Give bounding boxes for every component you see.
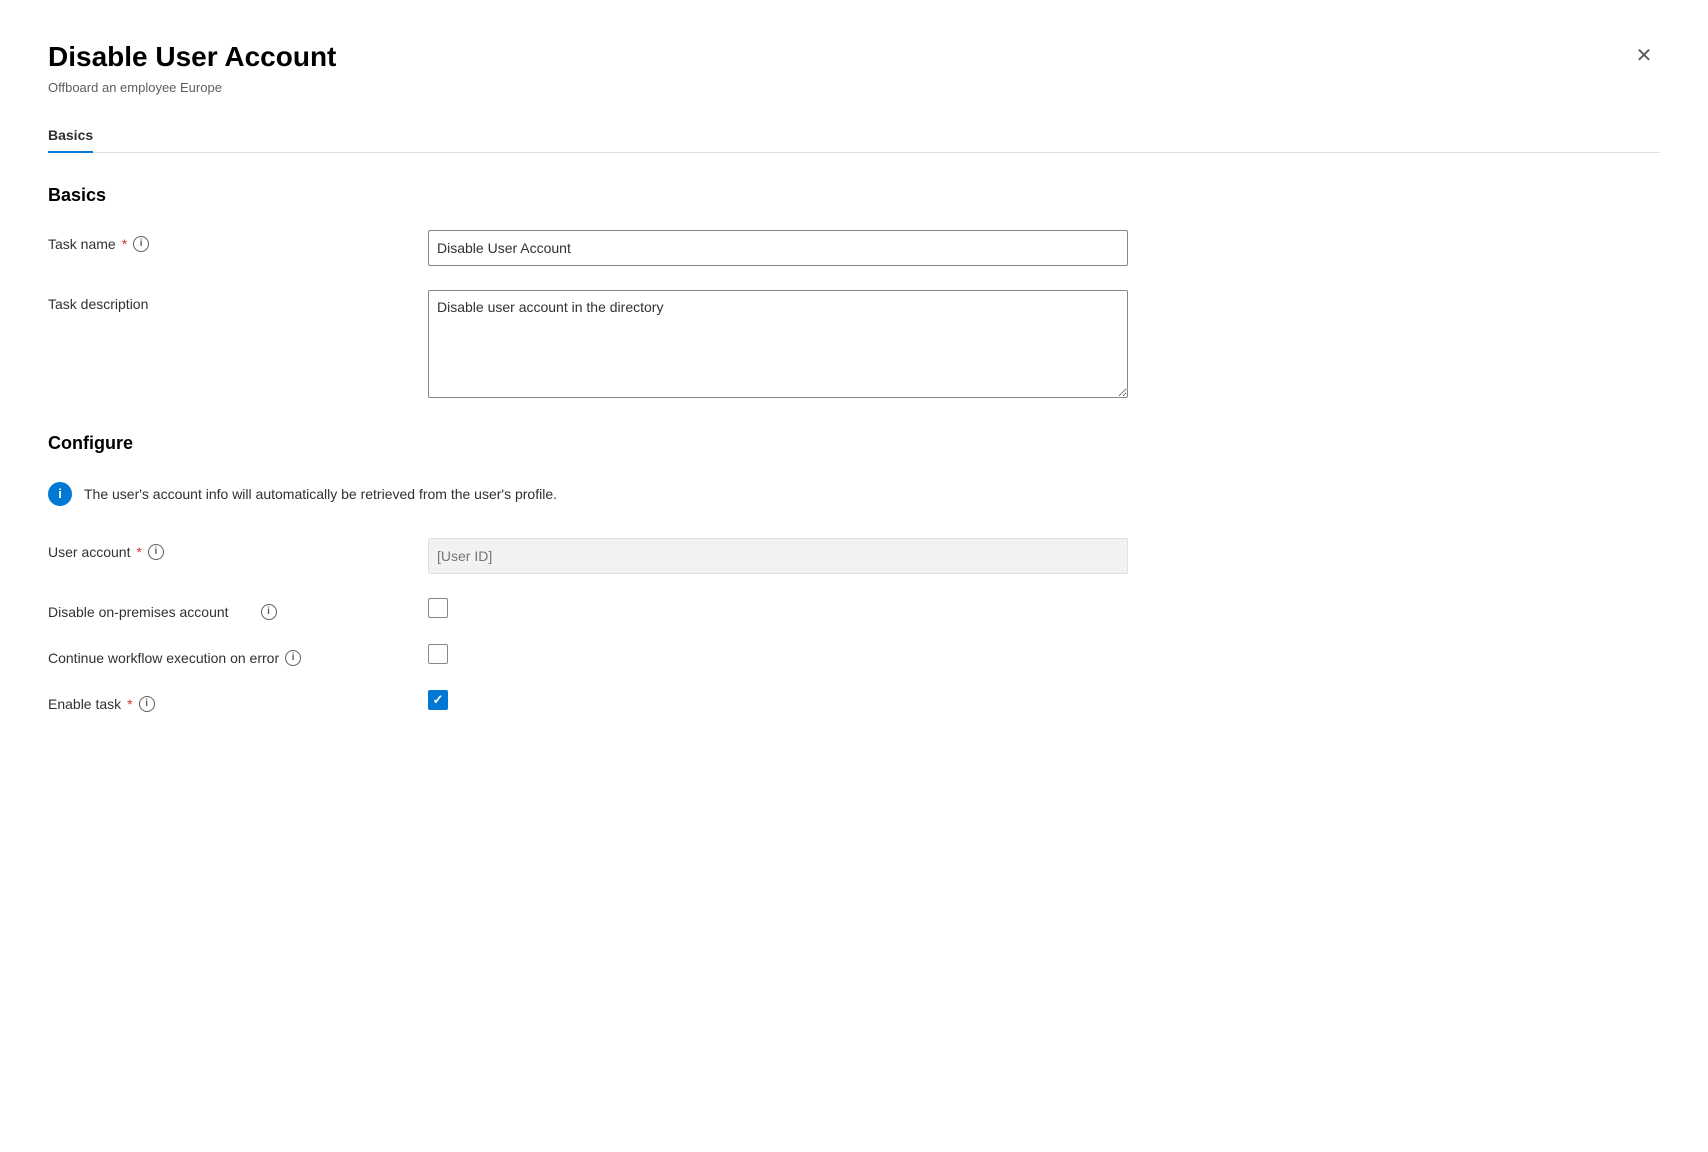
user-account-required: * — [136, 544, 141, 560]
continue-workflow-checkbox[interactable] — [428, 644, 448, 664]
task-description-input[interactable]: Disable user account in the directory — [428, 290, 1128, 398]
configure-section: Configure i The user's account info will… — [48, 433, 1660, 712]
task-name-row: Task name * i — [48, 230, 1660, 266]
disable-onpremises-checkbox-wrapper — [428, 598, 448, 618]
disable-user-account-dialog: Disable User Account Offboard an employe… — [0, 0, 1708, 1152]
task-name-label-text: Task name — [48, 236, 116, 252]
task-name-info-icon[interactable]: i — [133, 236, 149, 252]
continue-workflow-row: Continue workflow execution on error i — [48, 644, 1660, 666]
enable-task-label: Enable task * i — [48, 690, 428, 712]
dialog-header: Disable User Account Offboard an employe… — [48, 40, 1660, 95]
info-banner-text: The user's account info will automatical… — [84, 486, 557, 502]
disable-onpremises-checkbox[interactable] — [428, 598, 448, 618]
configure-section-heading: Configure — [48, 433, 1660, 454]
enable-task-row: Enable task * i — [48, 690, 1660, 712]
task-name-required: * — [122, 236, 127, 252]
info-banner-icon: i — [48, 482, 72, 506]
user-account-info-icon[interactable]: i — [148, 544, 164, 560]
continue-workflow-info-icon[interactable]: i — [285, 650, 301, 666]
dialog-title: Disable User Account — [48, 40, 336, 74]
task-name-control — [428, 230, 1128, 266]
continue-workflow-label: Continue workflow execution on error i — [48, 644, 428, 666]
task-description-control: Disable user account in the directory — [428, 290, 1128, 401]
user-account-input — [428, 538, 1128, 574]
task-description-row: Task description Disable user account in… — [48, 290, 1660, 401]
disable-onpremises-label-text: Disable on-premises account — [48, 604, 229, 620]
enable-task-checkbox[interactable] — [428, 690, 448, 710]
continue-workflow-checkbox-wrapper — [428, 644, 448, 664]
task-description-label: Task description — [48, 290, 428, 312]
task-name-label: Task name * i — [48, 230, 428, 252]
tabs-container: Basics — [48, 119, 1660, 153]
continue-workflow-label-text: Continue workflow execution on error — [48, 650, 279, 666]
close-icon: ✕ — [1636, 46, 1653, 66]
user-account-label: User account * i — [48, 538, 428, 560]
user-account-label-text: User account — [48, 544, 130, 560]
task-description-label-text: Task description — [48, 296, 148, 312]
info-banner: i The user's account info will automatic… — [48, 478, 1660, 510]
dialog-subtitle: Offboard an employee Europe — [48, 80, 336, 95]
enable-task-info-icon[interactable]: i — [139, 696, 155, 712]
close-button[interactable]: ✕ — [1628, 40, 1660, 72]
user-account-row: User account * i — [48, 538, 1660, 574]
basics-section: Basics Task name * i Task description Di… — [48, 185, 1660, 401]
enable-task-checkbox-wrapper — [428, 690, 448, 710]
disable-onpremises-row: Disable on-premises account i — [48, 598, 1660, 620]
basics-section-heading: Basics — [48, 185, 1660, 206]
tab-basics[interactable]: Basics — [48, 119, 93, 153]
title-area: Disable User Account Offboard an employe… — [48, 40, 336, 95]
disable-onpremises-info-icon[interactable]: i — [261, 604, 277, 620]
enable-task-required: * — [127, 696, 132, 712]
disable-onpremises-label: Disable on-premises account i — [48, 598, 428, 620]
task-name-input[interactable] — [428, 230, 1128, 266]
enable-task-label-text: Enable task — [48, 696, 121, 712]
user-account-control — [428, 538, 1128, 574]
